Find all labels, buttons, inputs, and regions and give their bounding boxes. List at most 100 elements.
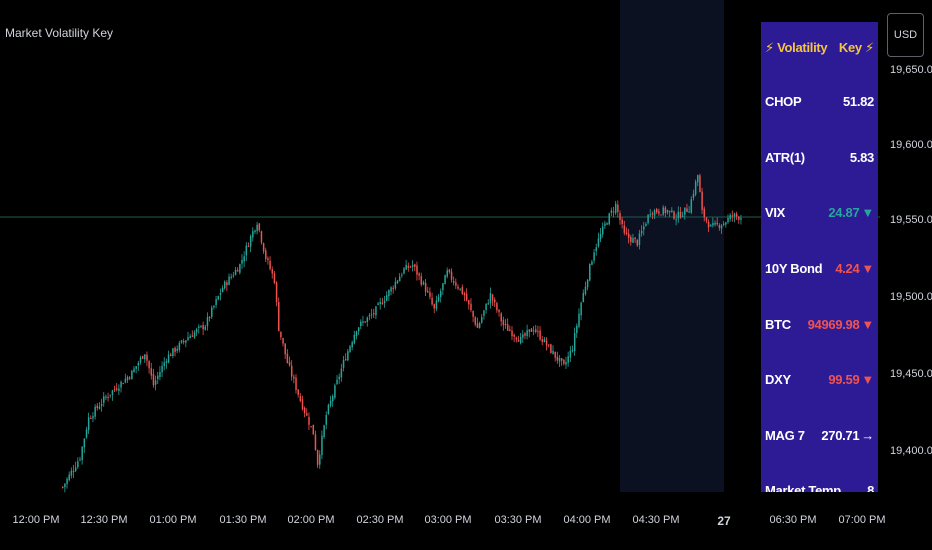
candle [398,273,401,282]
candle [340,363,343,382]
candle [537,325,539,338]
candle [249,234,252,253]
candle [491,293,494,307]
candle [573,327,576,356]
candle [170,352,172,357]
candle [280,331,282,341]
candle [342,355,345,372]
candle [610,207,613,216]
candle [446,267,448,279]
candle [310,426,312,428]
candle [558,355,561,368]
candle [116,383,118,392]
candle [87,412,90,434]
candle [576,323,578,339]
candle [694,179,697,197]
candle [122,382,124,385]
candle [584,281,587,296]
volatility-row-label: Market Temp [765,483,841,492]
candle [528,329,531,338]
candle [550,343,552,354]
candle [485,303,487,314]
candle [483,309,485,320]
arrow-down-icon: ▼ [861,316,874,332]
arrow-down-icon: ▼ [861,372,874,388]
candle [316,449,319,468]
time-axis[interactable]: 12:00 PM 12:30 PM 01:00 PM 01:30 PM 02:00 PM… [0,500,885,550]
candle [133,366,135,373]
candle [224,280,226,290]
candle [357,326,360,335]
candle [90,415,92,420]
candle [167,350,170,364]
candle [161,361,163,377]
candle [288,356,291,367]
candle [422,280,425,286]
candle [541,336,544,346]
candle [146,351,148,367]
candle [560,358,563,366]
candle [526,324,528,340]
candle [325,411,328,430]
volatility-row-value: 4.24 ▼ [835,261,874,276]
candle [539,326,541,341]
candle [107,392,109,402]
candle [269,256,271,271]
candlestick-chart[interactable] [0,0,880,500]
candle [563,359,565,366]
candle [243,251,245,268]
candle [602,222,604,238]
volatility-row-label: 10Y Bond [765,261,823,277]
candle [437,293,440,303]
candle [126,375,129,383]
candle [498,309,500,317]
currency-button[interactable]: USD [887,13,924,57]
candle [239,263,241,275]
candle [234,267,237,276]
candle [284,343,286,360]
time-tick-label: 02:30 PM [356,514,404,526]
candle [416,261,418,281]
candle [383,296,386,308]
price-tick-label: 19,600.00 [890,139,932,151]
volatility-value-text: 51.82 [842,94,874,110]
candle [265,247,267,263]
price-tick-label: 19,450.00 [890,368,932,380]
candle [487,299,490,305]
volatility-row-btc: BTC 94969.98 ▼ [761,296,878,352]
candle [554,351,556,362]
candle [388,289,390,302]
volatility-row-vix: VIX 24.87 ▼ [761,185,878,241]
candle [612,206,615,218]
volatility-value-text: 5.83 [849,149,874,165]
price-axis[interactable]: 19,650.00 19,600.00 19,550.00 19,500.00 19,4… [880,0,932,500]
candle [370,308,373,319]
candle [347,348,349,362]
candle [593,249,595,264]
candle [459,288,461,291]
candle [159,366,161,381]
candle [131,369,133,380]
candle [336,375,338,386]
candle [278,297,280,332]
candle [66,477,68,489]
price-tick-label: 19,500.00 [890,291,932,303]
candle [152,368,155,388]
volatility-row-market-temp: Market Temp 8 [761,463,878,492]
candle [394,277,397,291]
time-tick-label: 07:00 PM [838,514,886,526]
candle [77,457,79,469]
candle [472,310,474,323]
candle [606,222,608,225]
candle [103,391,105,407]
candle [543,336,546,343]
candle [195,327,198,337]
time-tick-label: 12:00 PM [12,514,60,526]
candle [597,232,600,248]
candle [442,283,444,296]
candle [314,430,317,451]
candle [502,316,505,331]
candle [729,212,731,222]
candle [172,348,174,359]
candle [377,301,379,306]
